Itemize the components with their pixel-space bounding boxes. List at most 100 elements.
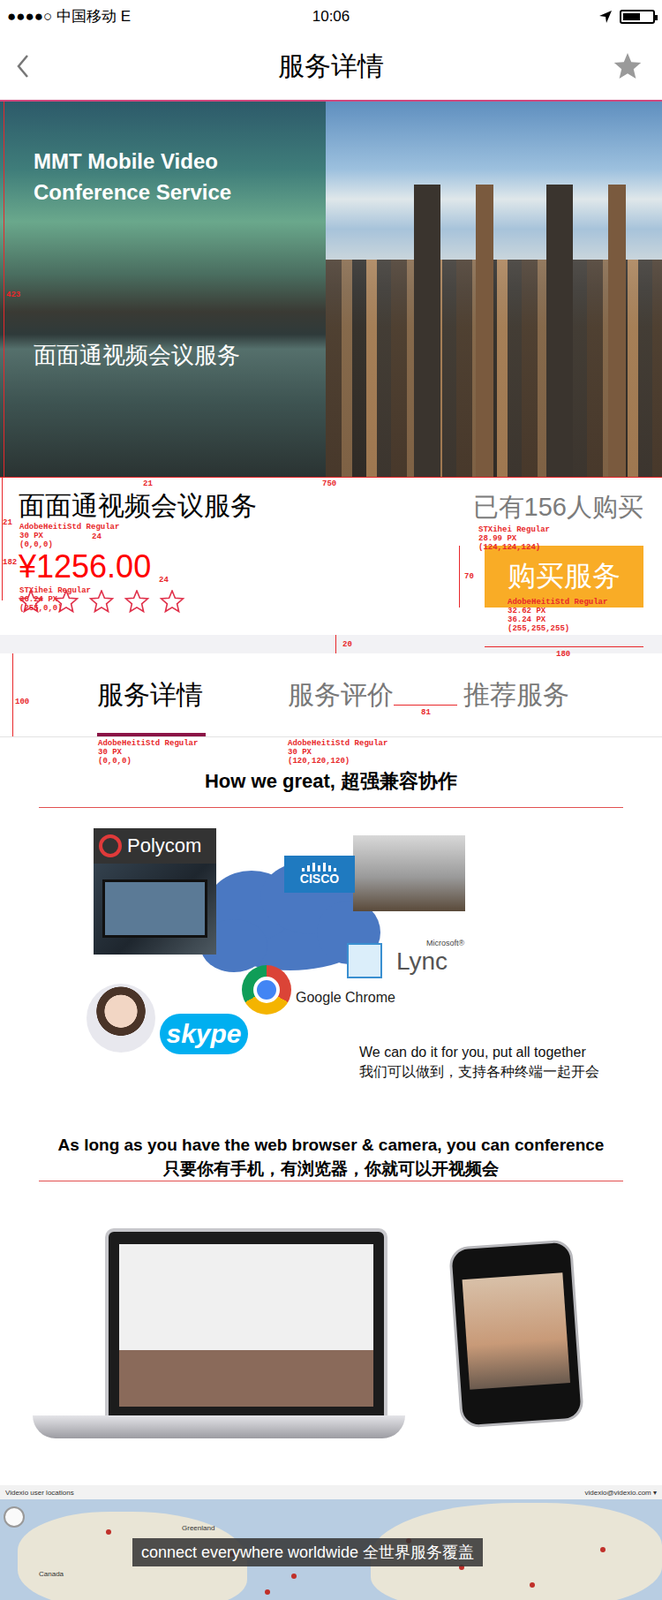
dimension-line [335,634,337,654]
chrome-icon [241,964,292,1015]
browser-header: As long as you have the web browser & ca… [0,1113,662,1181]
map-label: Greenland [181,1523,215,1533]
spec-annotation: 182 [2,557,17,567]
world-map: Videxio user locations videxio@videxio.co… [0,1484,662,1600]
map-caption: connect everywhere worldwide 全世界服务覆盖 [132,1537,483,1566]
dimension-line [393,704,458,706]
spec-annotation: 423 [6,290,21,300]
star-icon [612,52,643,81]
dimension-line [0,476,662,478]
tab-label: 推荐服务 [463,677,570,714]
map-pin [105,1528,112,1535]
battery-icon [619,9,655,24]
laptop-lid [105,1227,388,1415]
tab-underline [97,732,206,737]
caption-line: We can do it for you, put all together [359,1042,600,1062]
browser-heading-line: 只要你有手机，有浏览器，你就可以开视频会 [0,1156,662,1181]
tab-bar: 服务详情服务评价 推荐服务 [0,653,662,738]
spec-annotation: 70 [464,571,474,581]
devices-image [0,1181,662,1485]
dimension-line [3,101,5,477]
product-right: 已有156人购买购买服务 [473,490,644,635]
city-towers [361,184,654,478]
section-rule [38,1180,624,1182]
page-title: 服务详情 [70,48,592,85]
map-pin [291,1572,297,1579]
polycom-icon [98,834,122,858]
carrier: ●●●●○ 中国移动 E [7,6,313,27]
polycom-logo: Polycom [93,827,217,864]
phone-screen [462,1271,571,1390]
map-pin [264,1588,271,1595]
cisco-logo: CISCO [284,855,355,893]
browser-heading-line: As long as you have the web browser & ca… [0,1132,662,1157]
tab[interactable]: 服务评价 [287,653,464,737]
product-left: 面面通视频会议服务¥1256.00 [18,490,257,635]
monitor-image [102,879,208,938]
spec-annotation: AdobeHeitiStd Regular 30 PX (0,0,0) [19,522,120,550]
spec-annotation: AdobeHeitiStd Regular 32.62 PX 36.24 PX … [507,597,608,633]
product-price: ¥1256.00 [18,547,257,587]
tab[interactable]: 推荐服务 [463,653,662,737]
hero-banner: MMT Mobile Video Conference Service 面面通视频… [0,101,662,477]
section-title: How we great, 超强兼容协作 [204,767,458,807]
map-topbar: Videxio user locations videxio@videxio.co… [0,1484,662,1499]
polycom-photo: Polycom [93,827,217,955]
phone-device [448,1238,585,1428]
polycom-text: Polycom [127,834,202,858]
spec-annotation: 24 [91,532,102,542]
tab-label: 服务评价 [287,677,394,714]
chrome-label: Google Chrome [295,988,396,1007]
tab[interactable]: 服务详情 [97,653,288,737]
spec-annotation: 81 [421,707,431,717]
meeting-room-photo [353,835,466,911]
hero-title: MMT Mobile Video Conference Service [33,145,255,208]
compat-collage: Polycom CISCO Microsoft®Lync Google Chrome s… [0,807,662,1114]
woman-photo [86,983,156,1053]
laptop-base [32,1414,406,1438]
spec-annotation: 180 [556,649,571,659]
lync-square-icon [346,942,383,978]
spec-annotation: AdobeHeitiStd Regular 30 PX (0,0,0) [97,738,198,766]
nav-bar: 服务详情 [0,32,662,102]
status-icons [349,9,655,24]
map-title: Videxio user locations [5,1488,75,1497]
map-pin [529,1581,535,1588]
spec-annotation: 20 [342,639,353,649]
skype-text: skype [165,1018,241,1049]
zoom-control-icon [3,1505,25,1528]
caption-line: 我们可以做到，支持各种终端一起开会 [359,1061,600,1082]
skype-logo: skype [159,1013,249,1054]
spec-annotation: AdobeHeitiStd Regular 30 PX (120,120,120… [287,738,388,766]
back-button[interactable] [0,53,71,79]
dimension-line [484,646,644,647]
clock: 10:06 [312,7,351,26]
product-info: 面面通视频会议服务¥1256.00 已有156人购买购买服务 [0,476,662,635]
compat-caption: We can do it for you, put all together我们… [359,1042,600,1082]
cisco-bars-icon [300,862,339,872]
back-icon [15,53,31,79]
dimension-line [1,476,3,601]
lync-text: Lync [391,947,489,976]
map-label: Canada [38,1569,64,1579]
hero-subtitle: 面面通视频会议服务 [33,339,293,370]
spec-annotation: 100 [15,697,30,707]
map-pin [600,1546,606,1552]
hero-aurora: MMT Mobile Video Conference Service 面面通视频… [0,101,326,477]
spec-annotation: STXihei Regular 36.24 PX (255,0,0) [19,586,91,613]
hero-city [325,101,662,477]
battery-fill [623,13,640,21]
map-account: videxio@videxio.com ▾ [585,1488,658,1497]
spec-annotation: 21 [2,518,13,527]
lync-vendor: Microsoft® [391,938,489,948]
dimension-line [12,653,14,737]
spec-annotation: 750 [322,479,337,489]
spec-annotation: STXihei Regular 28.99 PX (124,124,124) [478,525,550,552]
lync-logo: Microsoft®Lync [391,938,489,983]
cisco-text: CISCO [300,871,339,886]
favorite-button[interactable] [591,52,662,81]
sold-count: 已有156人购买 [473,490,644,523]
dimension-line [458,545,460,608]
status-bar: ●●●●○ 中国移动 E10:06 [0,0,662,33]
chrome-center [253,976,280,1003]
